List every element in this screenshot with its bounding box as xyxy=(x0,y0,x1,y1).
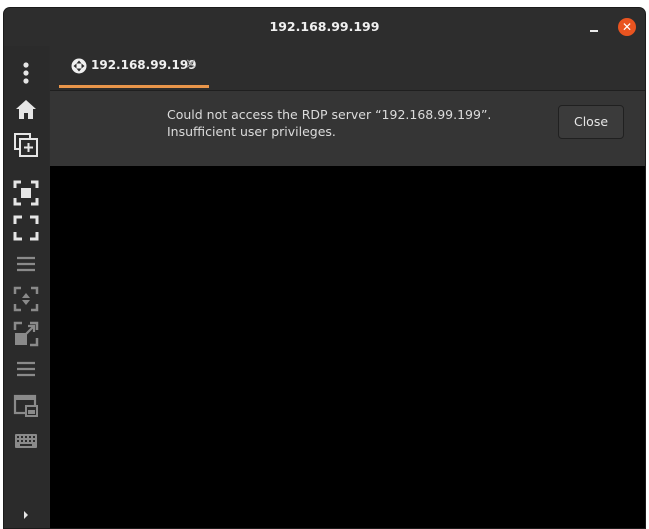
keyboard-icon[interactable] xyxy=(13,428,39,454)
remote-desktop-icon xyxy=(71,58,87,74)
menu-lines-icon[interactable] xyxy=(13,251,39,277)
tab-close-button[interactable]: × xyxy=(185,56,197,72)
window-close-button[interactable]: ✕ xyxy=(618,18,636,36)
toolbar-sidebar xyxy=(4,46,49,528)
error-message: Could not access the RDP server “192.168… xyxy=(167,106,491,140)
expand-icon[interactable] xyxy=(13,502,39,528)
minimize-button[interactable] xyxy=(584,16,604,36)
menu-dots-icon[interactable] xyxy=(13,60,39,86)
title-bar[interactable]: 192.168.99.199 ✕ xyxy=(4,8,645,46)
fullscreen-icon[interactable] xyxy=(13,215,39,241)
multi-monitor-icon[interactable] xyxy=(13,393,39,419)
tab-label: 192.168.99.199 xyxy=(91,58,197,72)
error-infobar: Could not access the RDP server “192.168… xyxy=(50,91,645,166)
error-message-line1: Could not access the RDP server “192.168… xyxy=(167,107,492,122)
dynamic-resolution-icon[interactable] xyxy=(13,321,39,347)
scale-icon[interactable] xyxy=(13,286,39,312)
home-icon[interactable] xyxy=(13,97,39,123)
tab-bar: 192.168.99.199 × xyxy=(50,46,645,91)
close-button[interactable]: Close xyxy=(558,105,624,139)
error-message-line2: Insufficient user privileges. xyxy=(167,124,336,139)
window-title: 192.168.99.199 xyxy=(269,19,380,34)
tab-connection[interactable]: 192.168.99.199 × xyxy=(59,46,209,90)
connection-view[interactable]: 192.168.99.199 × Could not access the RD… xyxy=(50,46,645,528)
remmina-window: 192.168.99.199 ✕ 192.168.99.199 × Could … xyxy=(4,8,645,528)
menu-lines-icon[interactable] xyxy=(13,356,39,382)
fit-window-icon[interactable] xyxy=(13,180,39,206)
new-connection-icon[interactable] xyxy=(13,132,39,158)
active-tab-indicator xyxy=(59,85,209,88)
